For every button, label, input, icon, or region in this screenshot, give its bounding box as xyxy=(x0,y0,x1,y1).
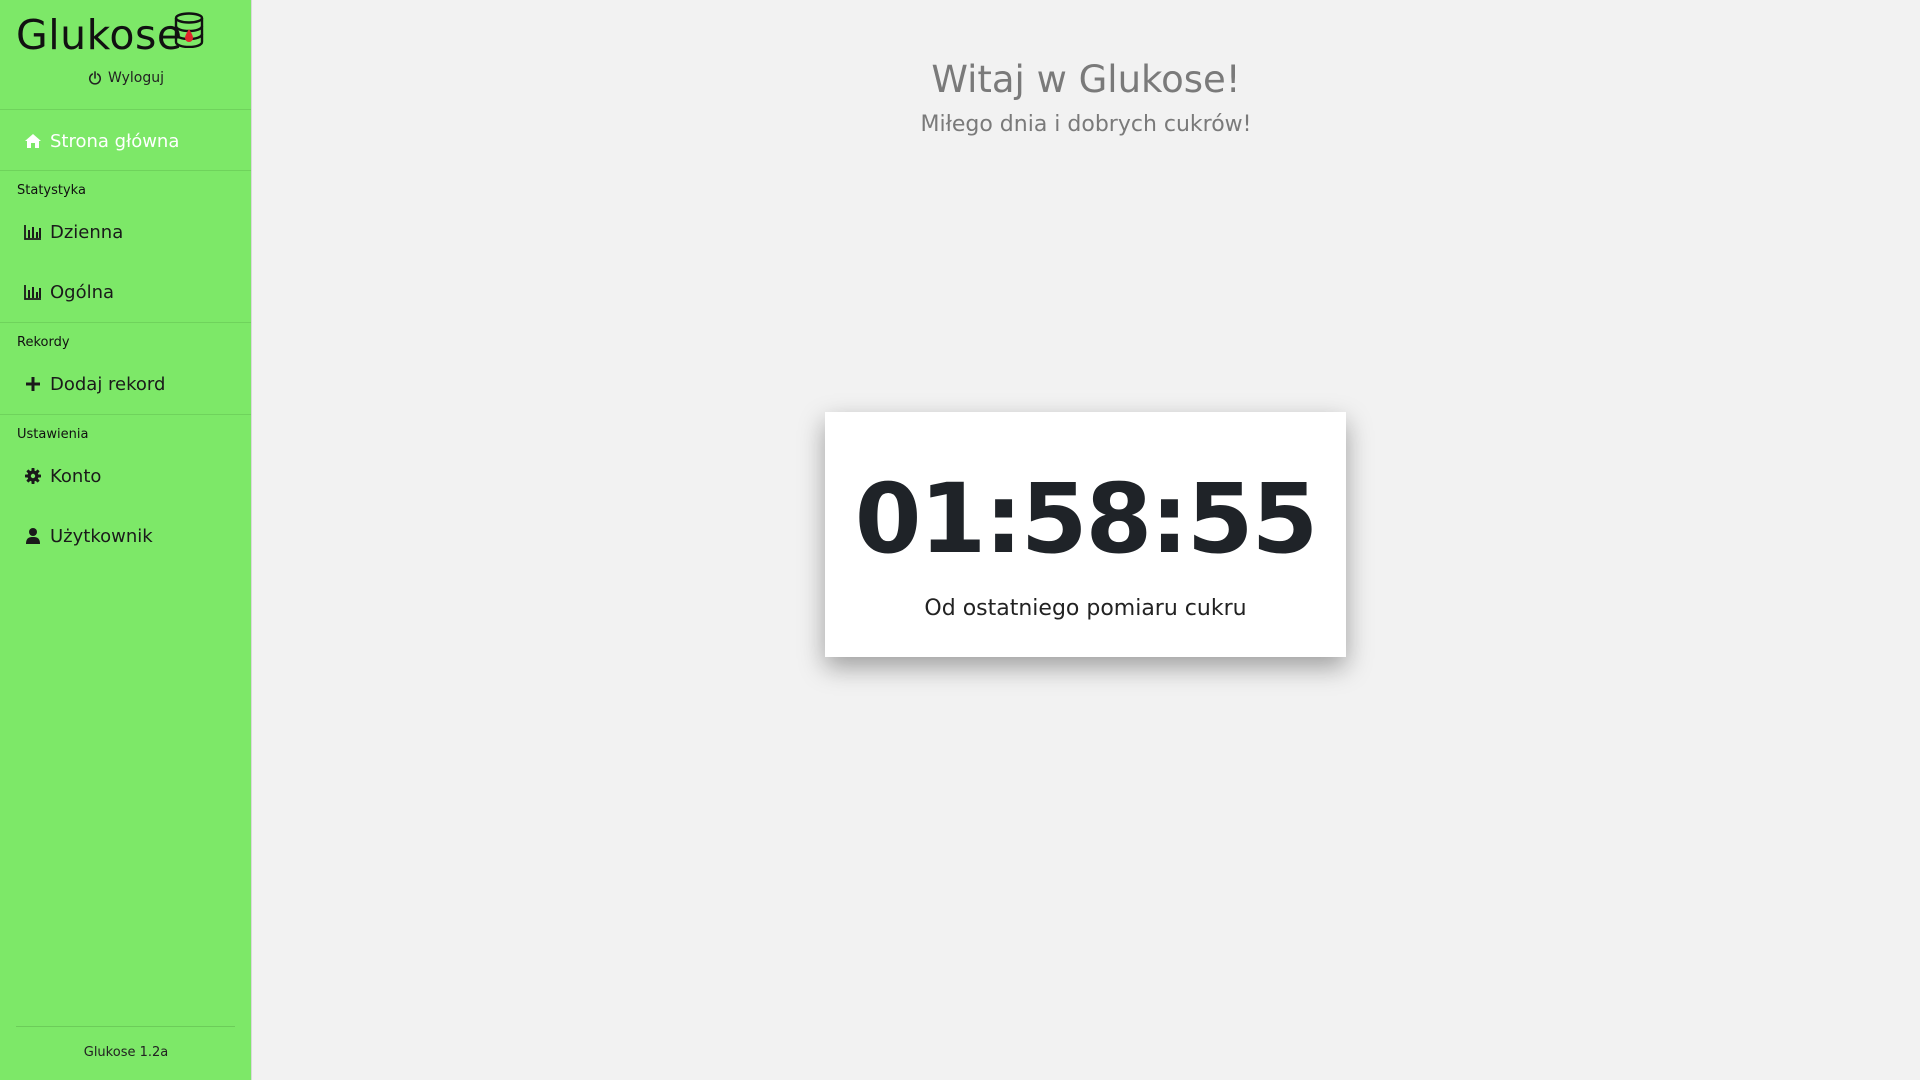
brand-title: Glukose xyxy=(16,11,183,59)
section-label-settings: Ustawienia xyxy=(17,427,89,442)
user-icon xyxy=(26,528,40,544)
section-label-records: Rekordy xyxy=(17,335,70,350)
section-label-stats: Statystyka xyxy=(17,183,86,198)
logout-button[interactable]: Wyloguj xyxy=(0,70,252,86)
power-icon xyxy=(88,71,102,85)
sidebar-divider xyxy=(0,322,251,323)
sidebar-divider xyxy=(0,170,251,171)
gear-icon xyxy=(25,468,41,484)
database-drop-icon xyxy=(174,12,204,48)
sidebar-item-general[interactable]: Ogólna xyxy=(24,277,114,307)
app-window: Glukose Wyloguj Strona główna Statystyka xyxy=(0,0,1920,1080)
sidebar-item-user[interactable]: Użytkownik xyxy=(24,521,153,551)
elapsed-timer: 01:58:55 xyxy=(854,463,1319,575)
sidebar-item-daily[interactable]: Dzienna xyxy=(24,217,123,247)
sidebar-item-label: Ogólna xyxy=(50,281,115,303)
sidebar-item-label: Strona główna xyxy=(50,130,180,152)
sidebar-item-label: Konto xyxy=(50,465,102,487)
footer-divider xyxy=(16,1026,235,1027)
brand[interactable]: Glukose xyxy=(16,10,183,60)
home-icon xyxy=(25,134,41,148)
app-version: Glukose 1.2a xyxy=(83,1045,169,1060)
sidebar-item-label: Dzienna xyxy=(50,221,124,243)
sidebar-item-home[interactable]: Strona główna xyxy=(24,126,179,156)
bar-chart-icon xyxy=(24,285,41,300)
page-subtitle: Miłego dnia i dobrych cukrów! xyxy=(920,112,1252,137)
timer-caption: Od ostatniego pomiaru cukru xyxy=(924,596,1247,621)
sidebar-item-label: Dodaj rekord xyxy=(50,373,166,395)
plus-icon xyxy=(26,377,40,391)
sidebar-divider xyxy=(0,414,251,415)
sidebar-divider xyxy=(0,109,251,110)
sidebar-item-account[interactable]: Konto xyxy=(24,461,101,491)
bar-chart-icon xyxy=(24,225,41,240)
main-content: Witaj w Glukose! Miłego dnia i dobrych c… xyxy=(252,0,1920,1080)
page-title: Witaj w Glukose! xyxy=(931,58,1241,101)
timer-card: 01:58:55 Od ostatniego pomiaru cukru xyxy=(825,412,1346,657)
sidebar-item-add-record[interactable]: Dodaj rekord xyxy=(24,369,165,399)
logout-label: Wyloguj xyxy=(108,70,164,86)
sidebar-item-label: Użytkownik xyxy=(50,525,153,547)
sidebar: Glukose Wyloguj Strona główna Statystyka xyxy=(0,0,252,1080)
